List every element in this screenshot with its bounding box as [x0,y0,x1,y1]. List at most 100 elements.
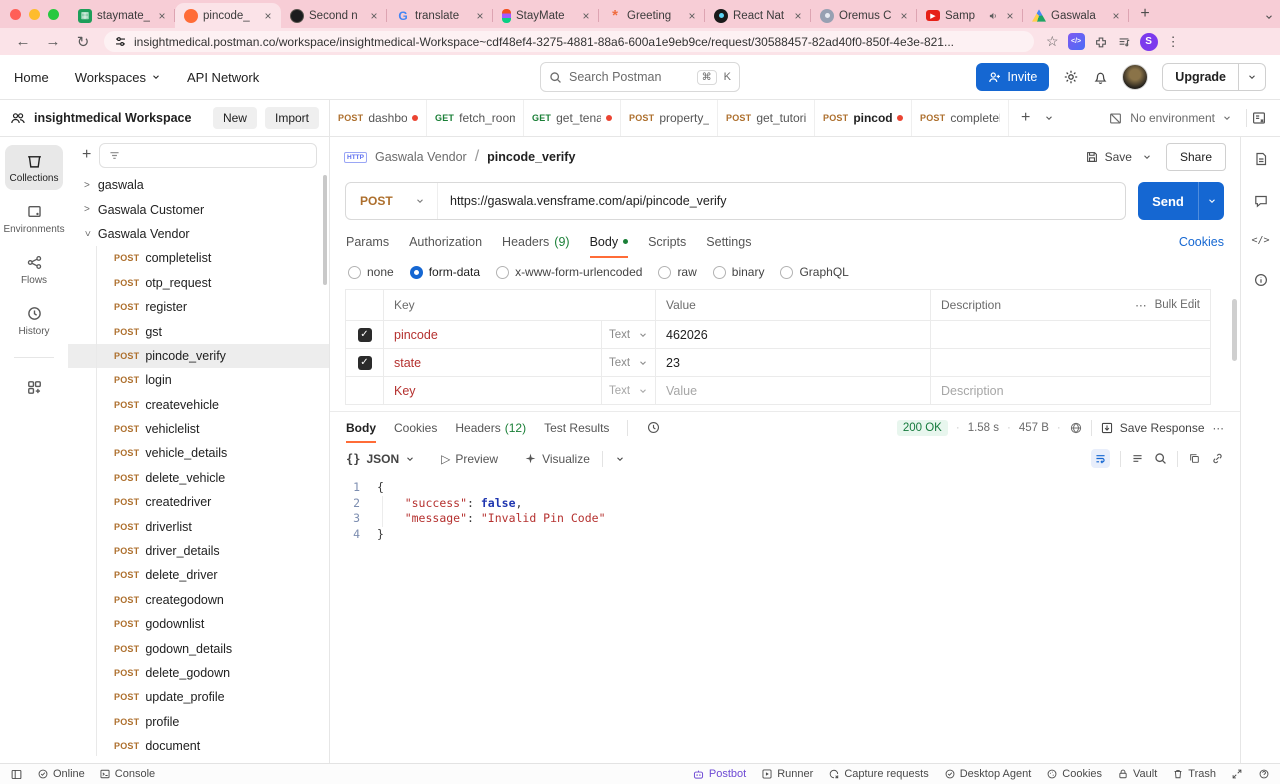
tree-request[interactable]: POSTcreatevehicle [68,393,329,417]
statusbar-capture-requests[interactable]: Capture requests [828,768,928,780]
type-select[interactable]: Text [602,321,656,348]
window-minimize-button[interactable] [29,9,40,20]
account-avatar[interactable] [1122,64,1148,90]
wrap-text-icon[interactable] [1091,449,1110,468]
row-checkbox[interactable]: ✓ [346,321,384,348]
window-close-button[interactable] [10,9,21,20]
collection-filter-input[interactable] [99,143,317,168]
tree-request[interactable]: POSTprofile [68,710,329,734]
sidebar-item-history[interactable]: History [5,298,63,343]
share-button[interactable]: Share [1166,143,1226,171]
tree-request[interactable]: POSTdriverlist [68,514,329,538]
tree-request[interactable]: POSTdriver_details [68,539,329,563]
body-mode-raw[interactable]: raw [658,265,696,279]
reload-icon[interactable]: ↻ [70,33,96,51]
tree-request[interactable]: POSTgodownlist [68,612,329,636]
address-bar[interactable]: insightmedical.postman.co/workspace/insi… [104,31,1034,52]
search-response-icon[interactable] [1154,452,1167,465]
key-cell[interactable]: pincode [384,321,602,348]
sidebar-item-collections[interactable]: Collections [5,145,63,190]
main-scrollbar[interactable] [1232,299,1237,361]
browser-tab[interactable]: Oremus C× [811,3,917,28]
save-button[interactable]: Save [1085,150,1132,164]
browser-tab[interactable]: Gtranslate× [387,3,493,28]
statusbar-desktop-agent[interactable]: Desktop Agent [944,768,1032,780]
row-checkbox[interactable]: ✓ [346,349,384,376]
tab-params[interactable]: Params [346,225,389,258]
tree-request[interactable]: POSTdelete_driver [68,563,329,587]
copy-icon[interactable] [1188,452,1201,465]
response-tab-headers[interactable]: Headers(12) [455,412,526,443]
new-button[interactable]: New [213,107,257,129]
bulk-edit-button[interactable]: ⋯Bulk Edit [1135,298,1200,312]
save-options-chevron-icon[interactable] [1142,152,1156,162]
invite-button[interactable]: Invite [976,63,1049,91]
request-tab[interactable]: POSTget_tutorial [718,100,815,136]
statusbar-trash[interactable]: Trash [1172,768,1216,780]
tree-request[interactable]: POSTotp_request [68,271,329,295]
documentation-icon[interactable] [1253,151,1269,167]
body-mode-form-data[interactable]: form-data [410,265,480,279]
tree-request[interactable]: POSTregister [68,295,329,319]
browser-tab[interactable]: StayMate× [493,3,599,28]
tab-settings[interactable]: Settings [706,225,751,258]
type-select[interactable]: Text [602,349,656,376]
statusbar-vault[interactable]: Vault [1117,768,1157,780]
statusbar-cookies[interactable]: Cookies [1046,768,1102,780]
breadcrumb-folder[interactable]: Gaswala Vendor [375,150,467,164]
value-cell-placeholder[interactable]: Value [656,377,931,404]
link-icon[interactable] [1211,452,1224,465]
tab-headers[interactable]: Headers(9) [502,225,570,258]
statusbar-runner[interactable]: Runner [761,768,813,780]
code-snippet-icon[interactable]: </> [1251,235,1269,246]
method-select[interactable]: POST [346,183,438,219]
tree-request[interactable]: POSTcreategodown [68,588,329,612]
back-icon[interactable]: ← [10,33,36,50]
online-status[interactable]: Online [37,768,85,780]
add-collection-icon[interactable]: + [82,146,91,164]
tab-close-icon[interactable]: × [897,9,911,23]
bookmark-star-icon[interactable]: ☆ [1046,33,1059,50]
browser-tab[interactable]: ▦staymate_× [69,3,175,28]
comments-icon[interactable] [1253,193,1269,209]
tab-close-icon[interactable]: × [367,9,381,23]
nav-workspaces[interactable]: Workspaces [75,70,161,85]
tab-close-icon[interactable]: × [473,9,487,23]
response-tab-body[interactable]: Body [346,412,376,443]
nav-home[interactable]: Home [14,70,49,85]
tab-close-icon[interactable]: × [579,9,593,23]
tree-request[interactable]: POSTvehicle_details [68,441,329,465]
value-cell[interactable]: 23 [656,349,931,376]
description-cell-placeholder[interactable]: Description [931,377,1210,404]
browser-tab[interactable]: React Nat× [705,3,811,28]
workspace-name[interactable]: insightmedical Workspace [34,111,205,125]
tree-folder[interactable]: >gaswala [68,173,329,197]
response-tab-test-results[interactable]: Test Results [544,412,609,443]
puzzle-extensions-icon[interactable] [1094,35,1108,49]
configure-blocks-icon[interactable] [5,372,63,402]
tree-request[interactable]: POSTdocument [68,734,329,758]
request-tab[interactable]: POSTproperty_st [621,100,718,136]
new-tab-button[interactable]: + [1133,2,1157,26]
tree-request[interactable]: POSTupdate_profile [68,685,329,709]
forward-icon[interactable]: → [40,33,66,50]
tree-request[interactable]: POSTgst [68,319,329,343]
tab-audio-speaker-icon[interactable] [988,11,998,21]
window-zoom-button[interactable] [48,9,59,20]
request-tab[interactable]: POSTdashboar [330,100,427,136]
tab-close-icon[interactable]: × [1109,9,1123,23]
tree-folder[interactable]: >Gaswala Vendor [68,222,329,246]
preview-button[interactable]: ▷Preview [441,452,498,466]
tree-request[interactable]: POSTlogin [68,368,329,392]
response-more-icon[interactable]: ⋯ [1213,421,1225,435]
tab-close-icon[interactable]: × [685,9,699,23]
request-tab[interactable]: POSTpincode_ve [815,100,912,136]
info-icon[interactable] [1253,272,1269,288]
visualize-button[interactable]: Visualize [524,452,590,466]
tree-request[interactable]: POSTpincode_verify [68,344,329,368]
value-cell[interactable]: 462026 [656,321,931,348]
tree-folder[interactable]: >Gaswala Customer [68,197,329,221]
visualize-chevron-icon[interactable] [615,454,625,464]
browser-tab[interactable]: ▶Samp× [917,3,1023,28]
statusbar-postbot[interactable]: Postbot [692,768,746,781]
